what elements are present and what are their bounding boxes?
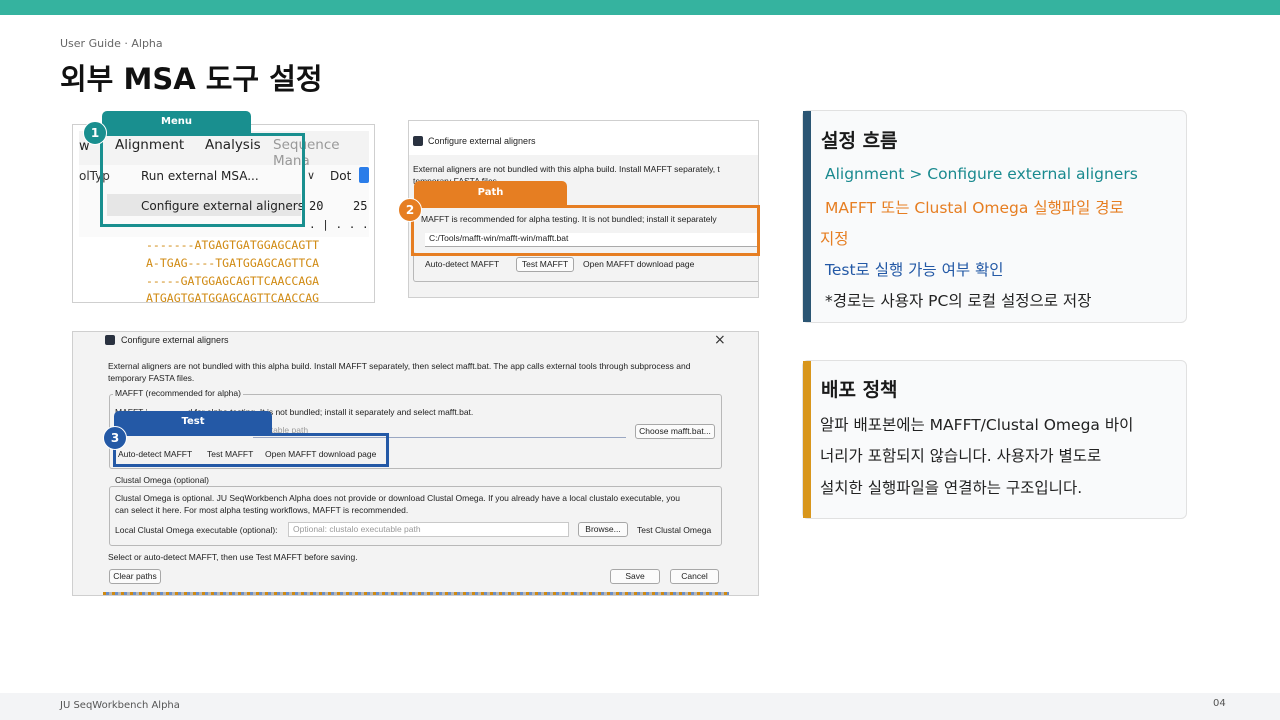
distribution-policy-card: 배포 정책 알파 배포본에는 MAFFT/Clustal Omega 바이 너리… [802, 360, 1187, 519]
dialog-title: Configure external aligners [428, 136, 536, 146]
page-title: 외부 MSA 도구 설정 [60, 62, 323, 96]
flow-note: *경로는 사용자 PC의 로컬 설정으로 저장 [825, 292, 1092, 310]
page-number: 04 [1213, 698, 1226, 709]
callout-badge-1: 1 [83, 121, 107, 145]
dot-label[interactable]: Dot [330, 169, 351, 183]
auto-detect-mafft-button[interactable]: Auto-detect MAFFT [425, 259, 499, 269]
choose-mafft-button[interactable]: Choose mafft.bat... [635, 424, 715, 439]
sequence-strip [103, 592, 729, 595]
test-mafft-button[interactable]: Test MAFFT [516, 257, 574, 272]
top-accent-bar [0, 0, 1280, 15]
notice-text: External aligners are not bundled with t… [413, 164, 720, 174]
flow-step-3: Test로 실행 가능 여부 확인 [825, 261, 1004, 279]
sequence-row: -----GATGGAGCAGTTCAACCAGA [146, 274, 320, 288]
footer-title: JU SeqWorkbench Alpha [60, 700, 180, 711]
test-clustal-button[interactable]: Test Clustal Omega [637, 525, 711, 535]
clustal-group-label: Clustal Omega (optional) [113, 475, 212, 485]
flow-step-1: Alignment > Configure external aligners [825, 165, 1138, 183]
save-button[interactable]: Save [610, 569, 660, 584]
policy-text-line-2: 너리가 포함되지 않습니다. 사용자가 별도로 [820, 447, 1102, 465]
card-accent-bar [803, 361, 811, 518]
clustal-path-label: Local Clustal Omega executable (optional… [115, 525, 278, 535]
clustal-path-input[interactable]: Optional: clustalo executable path [288, 522, 569, 537]
clear-paths-button[interactable]: Clear paths [109, 569, 161, 584]
callout-tag-path: Path [414, 181, 567, 205]
flow-step-2: MAFFT 또는 Clustal Omega 실행파일 경로 [825, 199, 1124, 217]
setup-flow-card: 설정 흐름 Alignment > Configure external ali… [802, 110, 1187, 323]
sequence-row: -------ATGAGTGATGGAGCAGTT [146, 238, 320, 252]
footer-bar [0, 693, 1280, 720]
callout-badge-3: 3 [103, 426, 127, 450]
notice-text-2: temporary FASTA files. [108, 373, 195, 383]
card-accent-bar [803, 111, 811, 322]
callout-tag-test: Test [114, 411, 272, 434]
chevron-down-icon[interactable]: ∨ [307, 169, 315, 182]
policy-text-line-3: 설치한 실행파일을 연결하는 구조입니다. [820, 479, 1083, 497]
notice-text: External aligners are not bundled with t… [108, 361, 691, 371]
callout-tag-menu: Menu [102, 111, 251, 133]
sequence-row: A-TGAG----TGATGGAGCAGTTCA [146, 256, 320, 270]
close-icon[interactable]: × [714, 332, 726, 348]
ruler-20: 20 [309, 199, 324, 213]
clustal-description-2: can select it here. For most alpha testi… [115, 505, 409, 515]
ruler-marks: . | . . . . | [309, 218, 369, 231]
clustal-description: Clustal Omega is optional. JU SeqWorkben… [115, 493, 680, 503]
card-heading: 배포 정책 [821, 379, 898, 401]
open-download-button[interactable]: Open MAFFT download page [583, 259, 694, 269]
sequence-row: ATGAGTGATGGAGCAGTTCAACCAG [146, 291, 320, 303]
browse-button[interactable]: Browse... [578, 522, 628, 537]
eyebrow: User Guide · Alpha [60, 37, 163, 50]
ruler-25: 25 [353, 199, 368, 213]
cancel-button[interactable]: Cancel [670, 569, 719, 584]
status-text: Select or auto-detect MAFFT, then use Te… [108, 552, 358, 562]
highlight-box-menu [100, 133, 305, 227]
app-icon [413, 136, 423, 146]
highlight-box-test [113, 433, 389, 467]
dot-toggle-icon[interactable] [359, 167, 369, 183]
dialog-title: Configure external aligners [121, 335, 229, 345]
highlight-box-path [411, 205, 760, 256]
app-icon [105, 335, 115, 345]
policy-text-line-1: 알파 배포본에는 MAFFT/Clustal Omega 바이 [820, 416, 1134, 434]
card-heading: 설정 흐름 [821, 130, 898, 152]
flow-step-2-cont: 지정 [820, 230, 849, 248]
mafft-group-label: MAFFT (recommended for alpha) [113, 388, 243, 398]
callout-badge-2: 2 [398, 198, 422, 222]
